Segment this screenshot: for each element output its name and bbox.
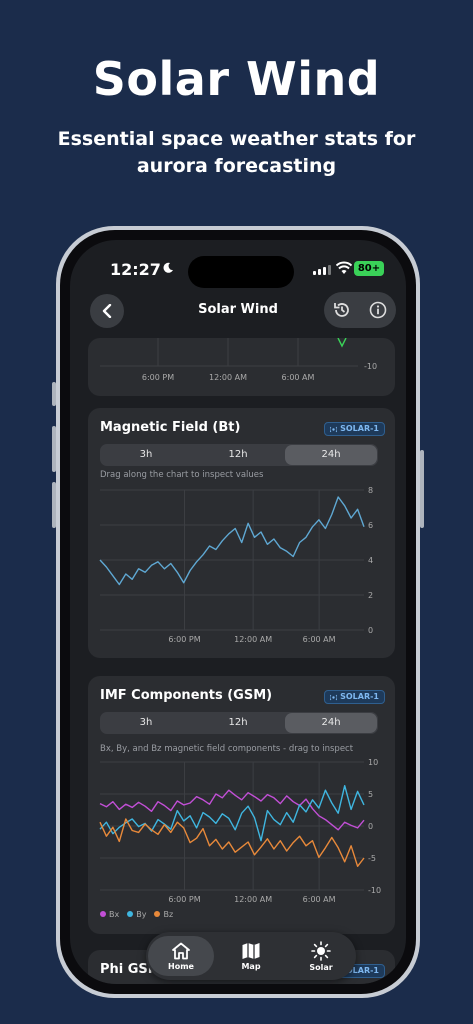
tab-label: Home [168, 961, 194, 971]
range-selector: 3h 12h 24h [100, 444, 378, 466]
home-icon [172, 942, 190, 959]
tab-map[interactable]: Map [218, 936, 284, 976]
power-button [420, 450, 424, 528]
x-tick-label: 6:00 AM [282, 373, 315, 382]
range-12h[interactable]: 12h [192, 712, 284, 734]
wifi-icon [336, 261, 352, 274]
range-12h[interactable]: 12h [192, 444, 284, 466]
imf-chart[interactable]: -10 -5 0 5 10 6:00 PM 12:00 AM 6:00 AM [88, 758, 395, 918]
x-tick-label: 12:00 AM [234, 895, 272, 904]
y-tick-label: -5 [368, 854, 376, 863]
tab-solar[interactable]: Solar [288, 936, 354, 976]
previous-chart[interactable]: 6:00 PM 12:00 AM 6:00 AM -10 [88, 338, 395, 396]
y-tick-label: 0 [368, 626, 373, 635]
y-tick-label: 0 [368, 822, 373, 831]
sun-icon [311, 940, 331, 961]
app-screen: 12:27 80+ Solar Wind 6:00 PM 12:00 AM 6:… [70, 240, 406, 984]
legend-bz: Bz [154, 910, 173, 919]
satellite-icon [330, 426, 338, 432]
tab-label: Map [241, 961, 261, 971]
status-time: 12:27 [110, 260, 161, 279]
y-tick-label: -10 [368, 886, 381, 895]
source-badge: SOLAR-1 [324, 690, 385, 704]
x-tick-label: 12:00 AM [209, 373, 247, 382]
dynamic-island [188, 256, 294, 288]
magnetic-field-card: Magnetic Field (Bt) SOLAR-1 3h 12h 24h D… [88, 408, 395, 658]
tab-bar: Home Map Solar [146, 932, 356, 980]
card-title: IMF Components (GSM) [100, 688, 273, 703]
volume-down-button [52, 482, 56, 528]
x-tick-label: 6:00 PM [168, 895, 200, 904]
card-title: Magnetic Field (Bt) [100, 420, 241, 435]
x-tick-label: 6:00 PM [142, 373, 174, 382]
imf-components-card: IMF Components (GSM) SOLAR-1 3h 12h 24h … [88, 676, 395, 934]
promo-title: Solar Wind [92, 52, 381, 106]
tab-label: Solar [309, 962, 333, 972]
x-tick-label: 6:00 AM [303, 895, 336, 904]
nav-actions [324, 292, 396, 328]
chart-legend: Bx By Bz [100, 910, 173, 919]
moon-icon [163, 262, 173, 273]
magnetic-field-chart[interactable]: 0 2 4 6 8 6:00 PM 12:00 AM 6:00 AM [88, 486, 395, 654]
action-button [52, 382, 56, 406]
y-tick-label: 10 [368, 758, 378, 767]
promo-subtitle: Essential space weather stats for aurora… [57, 128, 416, 177]
history-icon[interactable] [332, 300, 352, 320]
y-tick-label: 2 [368, 591, 373, 600]
x-tick-label: 12:00 AM [234, 635, 272, 644]
satellite-icon [330, 694, 338, 700]
range-24h[interactable]: 24h [285, 445, 377, 465]
volume-up-button [52, 426, 56, 472]
phone-frame: 12:27 80+ Solar Wind 6:00 PM 12:00 AM 6:… [52, 226, 424, 998]
badge-label: SOLAR-1 [340, 692, 379, 701]
y-tick-label: -10 [364, 362, 377, 371]
series-line-0 [99, 496, 365, 586]
y-tick-label: 6 [368, 521, 373, 530]
map-icon [242, 942, 260, 959]
battery-indicator: 80+ [354, 261, 384, 276]
x-tick-label: 6:00 PM [168, 635, 200, 644]
range-24h[interactable]: 24h [285, 713, 377, 733]
x-tick-label: 6:00 AM [303, 635, 336, 644]
range-3h[interactable]: 3h [100, 444, 192, 466]
range-selector: 3h 12h 24h [100, 712, 378, 734]
y-tick-label: 4 [368, 556, 373, 565]
chart-hint: Bx, By, and Bz magnetic field components… [100, 744, 354, 754]
tab-home[interactable]: Home [148, 936, 214, 976]
chart-hint: Drag along the chart to inspect values [100, 470, 264, 480]
legend-bx: Bx [100, 910, 119, 919]
y-tick-label: 8 [368, 486, 373, 495]
y-tick-label: 5 [368, 790, 373, 799]
source-badge: SOLAR-1 [324, 422, 385, 436]
legend-by: By [127, 910, 146, 919]
info-icon[interactable] [368, 300, 388, 320]
badge-label: SOLAR-1 [340, 424, 379, 433]
signal-icon [313, 265, 331, 275]
previous-chart-card: 6:00 PM 12:00 AM 6:00 AM -10 [88, 338, 395, 396]
range-3h[interactable]: 3h [100, 712, 192, 734]
